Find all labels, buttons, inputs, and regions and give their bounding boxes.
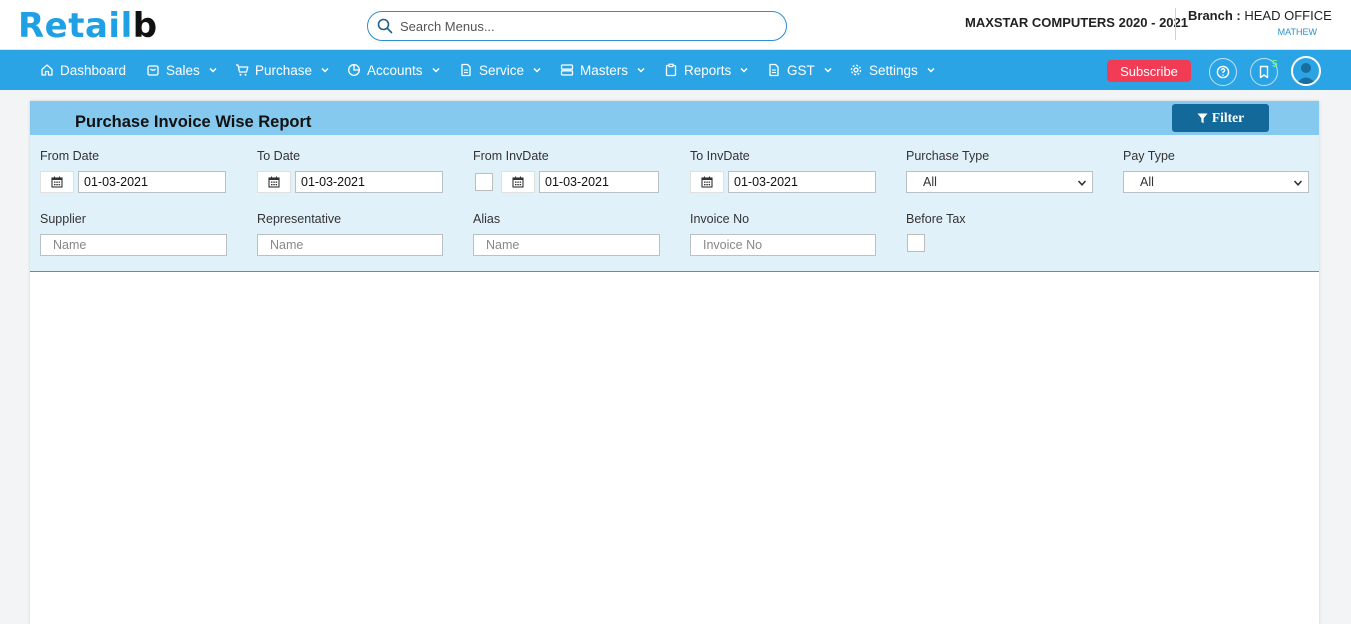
header-divider — [1175, 8, 1176, 40]
notification-badge: 5 — [1272, 59, 1278, 70]
calendar-button[interactable] — [40, 171, 74, 193]
branch-value: HEAD OFFICE — [1244, 8, 1332, 23]
from-invdate-input[interactable]: 01-03-2021 — [539, 171, 659, 193]
calendar-button[interactable] — [257, 171, 291, 193]
to-invdate-input[interactable]: 01-03-2021 — [728, 171, 876, 193]
chevron-down-icon — [637, 67, 645, 73]
page-title: Purchase Invoice Wise Report — [75, 113, 312, 131]
calendar-icon — [512, 176, 524, 188]
chevron-down-icon — [533, 67, 541, 73]
to-invdate-label: To InvDate — [690, 149, 750, 163]
search-input[interactable] — [400, 17, 770, 36]
filter-form: From Date To Date From InvDate To InvDat… — [30, 135, 1319, 272]
chevron-down-icon — [432, 67, 440, 73]
calendar-icon — [701, 176, 713, 188]
pay-type-value: All — [1140, 175, 1154, 189]
retailb-logo[interactable]: Retailb — [18, 6, 158, 46]
pie-chart-icon — [348, 64, 360, 76]
from-invdate-checkbox[interactable] — [475, 173, 493, 191]
chevron-down-icon — [1077, 180, 1087, 186]
chevron-down-icon — [927, 67, 935, 73]
to-date-label: To Date — [257, 149, 301, 163]
nav-label: Masters — [580, 62, 629, 78]
document-icon — [769, 63, 779, 77]
filter-icon — [1197, 113, 1208, 123]
chevron-down-icon — [209, 67, 217, 73]
branch-label: Branch : — [1188, 8, 1241, 23]
nav-label: Sales — [166, 62, 200, 78]
calendar-button[interactable] — [501, 171, 535, 193]
from-invdate-label: From InvDate — [473, 149, 549, 163]
filter-label: Filter — [1211, 110, 1245, 125]
representative-label: Representative — [257, 212, 342, 226]
calendar-icon — [268, 176, 280, 188]
chevron-down-icon — [1293, 180, 1303, 186]
company-name: MAXSTAR COMPUTERS 2020 - 2021 — [965, 15, 1188, 30]
cart-icon — [236, 64, 249, 76]
bag-icon — [147, 65, 159, 76]
nav-label: Purchase — [255, 62, 313, 78]
server-icon — [560, 64, 574, 76]
clipboard-icon — [665, 63, 677, 77]
report-panel: Purchase Invoice Wise Report Filter From… — [30, 101, 1319, 624]
nav-dashboard[interactable]: Dashboard — [40, 50, 126, 90]
nav-label: Accounts — [367, 62, 423, 78]
before-tax-label: Before Tax — [906, 212, 966, 226]
before-tax-checkbox[interactable] — [907, 234, 925, 252]
main-navbar: Dashboard Sales Purchase Accounts Servic… — [0, 50, 1351, 90]
subscribe-button[interactable]: Subscribe — [1107, 60, 1191, 82]
nav-gst[interactable]: GST — [767, 50, 833, 90]
calendar-button[interactable] — [690, 171, 724, 193]
user-name: MATHEW — [1277, 27, 1317, 37]
calendar-icon — [51, 176, 63, 188]
home-icon — [41, 64, 53, 76]
nav-accounts[interactable]: Accounts — [347, 50, 441, 90]
nav-sales[interactable]: Sales — [146, 50, 218, 90]
to-date-input[interactable]: 01-03-2021 — [295, 171, 443, 193]
alias-input[interactable] — [473, 234, 660, 256]
gear-icon — [850, 64, 862, 76]
help-icon — [1216, 65, 1230, 79]
top-header: Retailb MAXSTAR COMPUTERS 2020 - 2021 Br… — [0, 0, 1351, 50]
from-date-label: From Date — [40, 149, 100, 163]
nav-label: Dashboard — [60, 62, 127, 78]
help-button[interactable] — [1209, 58, 1237, 86]
nav-masters[interactable]: Masters — [560, 50, 646, 90]
nav-reports[interactable]: Reports — [664, 50, 749, 90]
nav-label: Settings — [869, 62, 918, 78]
nav-label: Service — [479, 62, 525, 78]
branch-info: Branch : HEAD OFFICE — [1188, 8, 1332, 23]
logo-main: Retail — [18, 6, 133, 46]
purchase-type-select[interactable]: All — [906, 171, 1093, 193]
invoice-no-input[interactable] — [690, 234, 876, 256]
nav-label: Reports — [684, 62, 732, 78]
document-icon — [461, 63, 471, 77]
nav-settings[interactable]: Settings — [849, 50, 936, 90]
chevron-down-icon — [321, 67, 329, 73]
nav-service[interactable]: Service — [459, 50, 542, 90]
pay-type-label: Pay Type — [1123, 149, 1175, 163]
nav-label: GST — [787, 62, 815, 78]
search-box[interactable] — [367, 11, 787, 41]
invoice-no-label: Invoice No — [690, 212, 750, 226]
user-avatar[interactable] — [1291, 56, 1321, 86]
bookmark-icon — [1259, 65, 1269, 79]
user-icon — [1296, 63, 1316, 84]
nav-purchase[interactable]: Purchase — [235, 50, 330, 90]
pay-type-select[interactable]: All — [1123, 171, 1309, 193]
report-header: Purchase Invoice Wise Report Filter — [30, 101, 1319, 135]
purchase-type-value: All — [923, 175, 937, 189]
filter-button[interactable]: Filter — [1172, 104, 1269, 132]
supplier-label: Supplier — [40, 212, 86, 226]
supplier-input[interactable] — [40, 234, 227, 256]
purchase-type-label: Purchase Type — [906, 149, 990, 163]
chevron-down-icon — [740, 67, 748, 73]
logo-tail: b — [132, 6, 158, 46]
from-date-input[interactable]: 01-03-2021 — [78, 171, 226, 193]
alias-label: Alias — [473, 212, 501, 226]
chevron-down-icon — [824, 67, 832, 73]
representative-input[interactable] — [257, 234, 443, 256]
search-icon — [377, 18, 393, 34]
